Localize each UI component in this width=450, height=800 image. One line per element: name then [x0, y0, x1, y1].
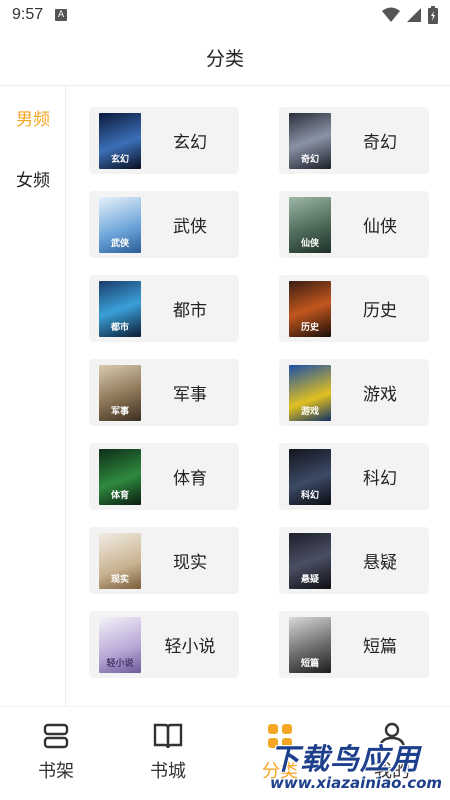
header: 分类 [0, 30, 450, 86]
nav-item-bookstore[interactable]: 书城 [128, 721, 208, 783]
category-label: 军事 [173, 385, 207, 405]
book-cover-image: 悬疑 [289, 533, 331, 589]
category-card-wuxia[interactable]: 武侠 武侠 [89, 191, 239, 258]
category-label: 奇幻 [363, 133, 397, 153]
nav-item-bookshelf[interactable]: 书架 [16, 721, 96, 783]
category-card-kehuan[interactable]: 科幻 科幻 [279, 443, 429, 510]
book-cover-image: 短篇 [289, 617, 331, 673]
category-card-qihuan[interactable]: 奇幻 奇幻 [279, 107, 429, 174]
bookshelf-icon [43, 723, 69, 749]
book-cover-image: 仙侠 [289, 197, 331, 253]
category-label: 游戏 [363, 385, 397, 405]
category-card-xianxia[interactable]: 仙侠 仙侠 [279, 191, 429, 258]
status-time: 9:57 [12, 6, 44, 23]
category-label: 悬疑 [363, 553, 397, 573]
book-cover-image: 体育 [99, 449, 141, 505]
wifi-icon [382, 7, 400, 22]
category-card-duanpian[interactable]: 短篇 短篇 [279, 611, 429, 678]
book-cover-image: 奇幻 [289, 113, 331, 169]
book-cover-image: 武侠 [99, 197, 141, 253]
watermark-url: www.xiazainiao.com [270, 774, 443, 792]
book-cover-image: 军事 [99, 365, 141, 421]
category-card-xuanhuan[interactable]: 玄幻 玄幻 [89, 107, 239, 174]
sidebar-item-female[interactable]: 女频 [0, 166, 66, 191]
category-label: 科幻 [363, 469, 397, 489]
watermark: 下载鸟应用 www.xiazainiao.com [262, 736, 447, 798]
book-cover-image: 科幻 [289, 449, 331, 505]
category-label: 武侠 [173, 217, 207, 237]
nav-label: 书城 [150, 761, 186, 782]
book-cover-image: 都市 [99, 281, 141, 337]
category-label: 体育 [173, 469, 207, 489]
battery-icon [428, 6, 438, 24]
category-card-tiyu[interactable]: 体育 体育 [89, 443, 239, 510]
book-cover-image: 游戏 [289, 365, 331, 421]
signal-icon [407, 8, 421, 22]
category-label: 仙侠 [363, 217, 397, 237]
sidebar-item-male[interactable]: 男频 [0, 105, 66, 130]
book-cover-image: 玄幻 [99, 113, 141, 169]
category-sidebar: 男频 女频 [0, 86, 66, 706]
category-card-lishi[interactable]: 历史 历史 [279, 275, 429, 342]
category-card-xuanyi[interactable]: 悬疑 悬疑 [279, 527, 429, 594]
category-label: 轻小说 [164, 637, 216, 657]
status-icons [382, 6, 438, 24]
book-cover-image: 现实 [99, 533, 141, 589]
category-card-junshi[interactable]: 军事 军事 [89, 359, 239, 426]
category-card-xianshi[interactable]: 现实 现实 [89, 527, 239, 594]
nav-label: 书架 [38, 761, 74, 782]
watermark-text: 下载鸟应用 [270, 742, 421, 776]
book-open-icon [153, 723, 183, 749]
category-card-dushi[interactable]: 都市 都市 [89, 275, 239, 342]
status-bar: 9:57 A [0, 0, 450, 30]
book-cover-image: 历史 [289, 281, 331, 337]
book-cover-image: 轻小说 [99, 617, 141, 673]
notification-icon: A [55, 9, 68, 21]
category-label: 短篇 [363, 637, 397, 657]
category-label: 玄幻 [173, 133, 207, 153]
category-card-youxi[interactable]: 游戏 游戏 [279, 359, 429, 426]
category-label: 都市 [173, 301, 207, 321]
category-label: 历史 [363, 301, 397, 321]
category-card-qingxiaoshuo[interactable]: 轻小说 轻小说 [89, 611, 239, 678]
page-title: 分类 [205, 48, 244, 70]
category-label: 现实 [173, 553, 207, 573]
